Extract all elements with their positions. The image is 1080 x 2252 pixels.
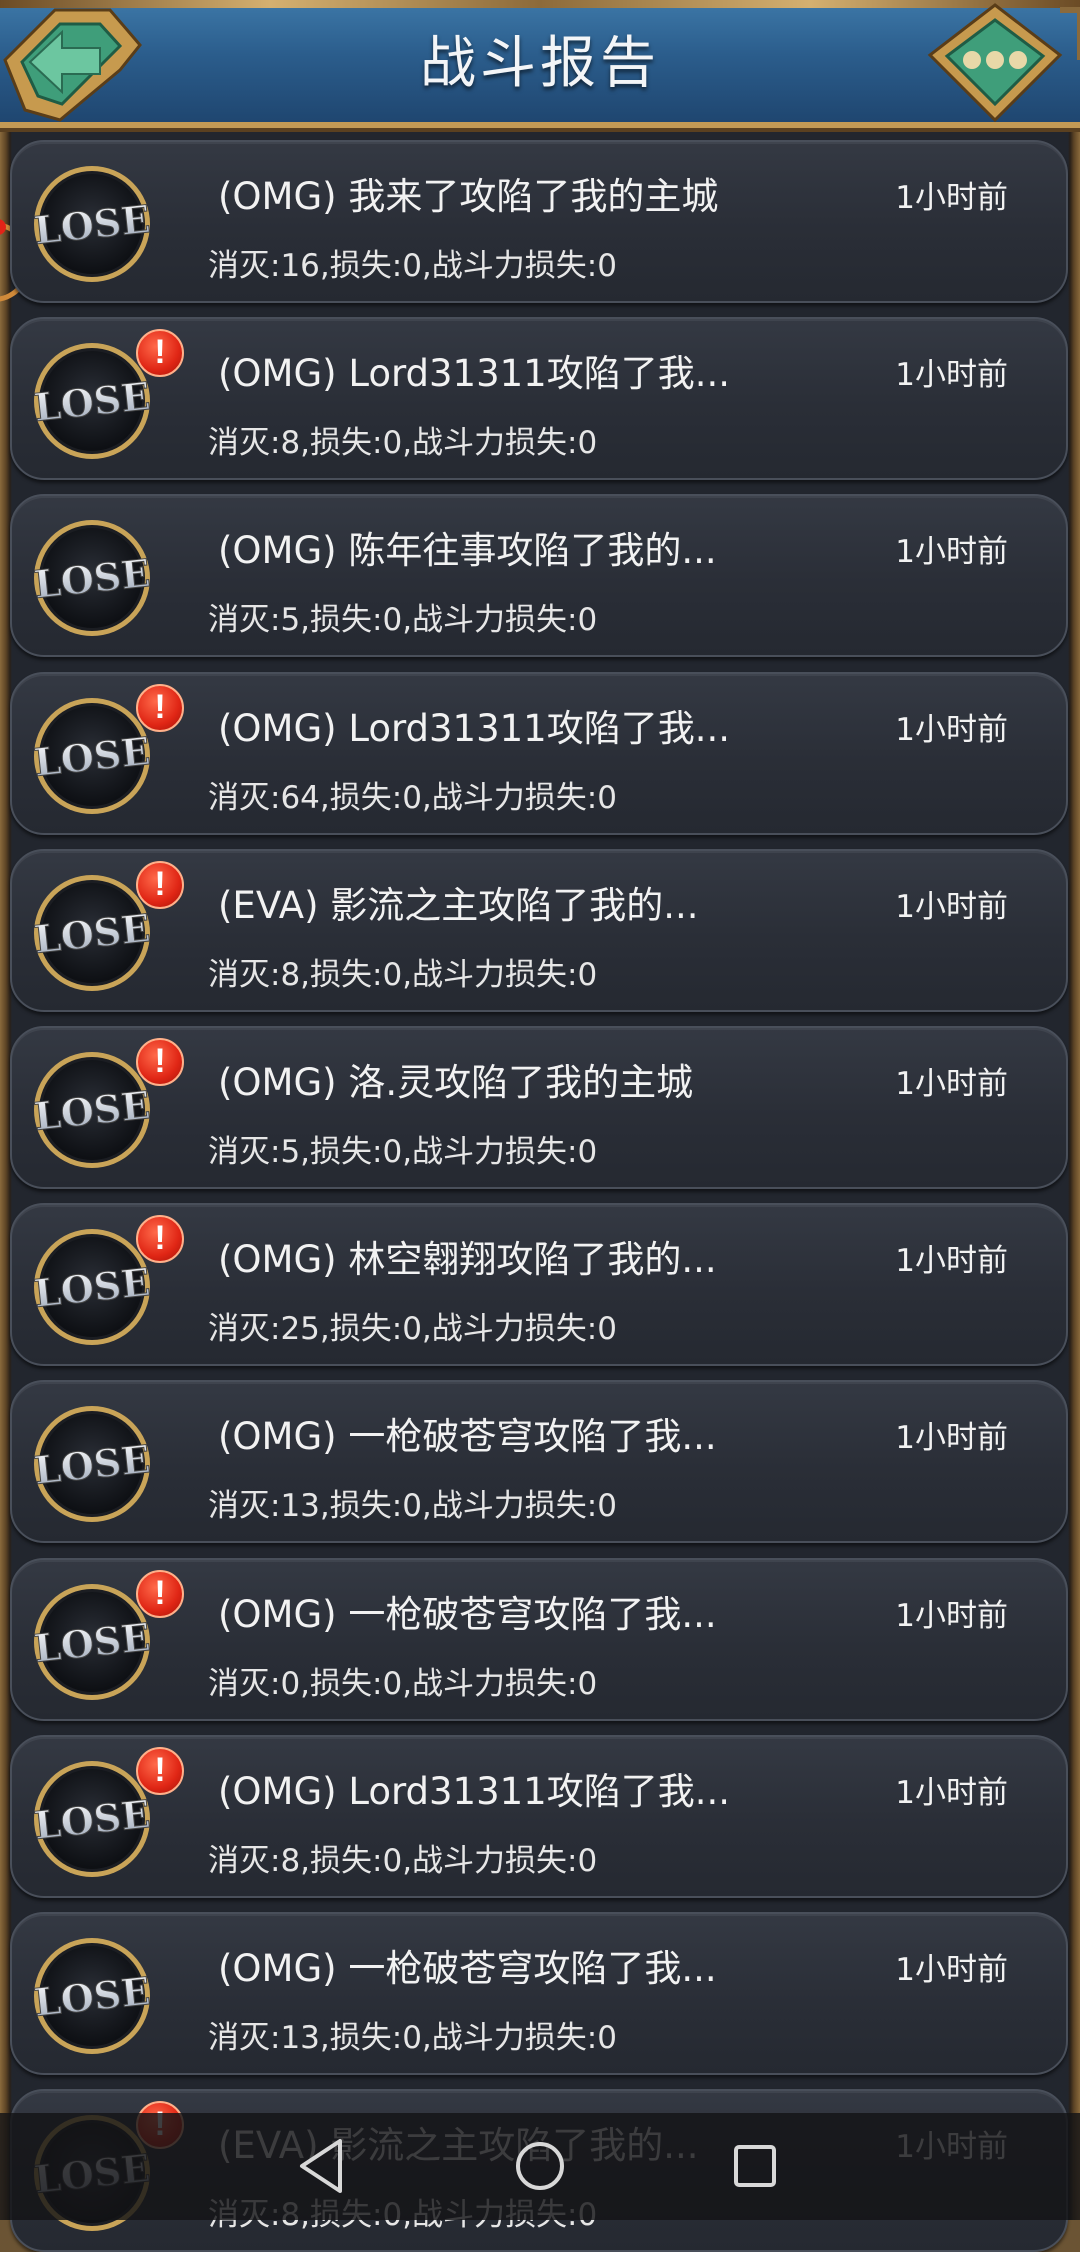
report-card[interactable]: LOSE! (OMG) 洛.灵攻陷了我的主城 1小时前消灭:5,损失:0,战斗力损失… [10, 1026, 1068, 1189]
alert-icon: ! [136, 1038, 184, 1086]
report-title: (EVA) 影流之主攻陷了我的... [218, 883, 699, 927]
report-stats: 消灭:5,损失:0,战斗力损失:0 [208, 1134, 598, 1170]
report-stats: 消灭:8,损失:0,战斗力损失:0 [208, 425, 598, 462]
report-time: 1小时前 [895, 1066, 1008, 1102]
report-time: 1小时前 [895, 711, 1008, 748]
report-title: (OMG) 洛.灵攻陷了我的主城 [218, 1061, 694, 1104]
lose-badge-icon: LOSE [31, 520, 153, 637]
report-card[interactable]: LOSE (OMG) 一枪破苍穹攻陷了我... 1小时前消灭:13,损失:0,战斗力… [10, 1380, 1068, 1544]
system-nav-bar [0, 2113, 1080, 2220]
report-time: 1小时前 [895, 1597, 1008, 1634]
report-card[interactable]: LOSE (OMG) 我来了攻陷了我的主城 1小时前消灭:16,损失:0,战斗力损失… [10, 140, 1068, 303]
report-time: 1小时前 [895, 1243, 1008, 1280]
report-title: (OMG) 陈年往事攻陷了我的... [218, 529, 717, 573]
recents-square-icon[interactable] [720, 2131, 790, 2201]
lose-badge-icon: LOSE [31, 874, 153, 991]
report-card[interactable]: LOSE (OMG) 一枪破苍穹攻陷了我... 1小时前消灭:13,损失:0,战斗力… [10, 1912, 1068, 2075]
report-card[interactable]: LOSE! (OMG) Lord31311攻陷了我... 1小时前消灭:8,损失:0… [10, 317, 1068, 481]
alert-icon: ! [136, 1215, 184, 1264]
report-card[interactable]: LOSE! (EVA) 影流之主攻陷了我的... 1小时前消灭:8,损失:0,战斗力… [10, 848, 1068, 1012]
lose-badge-icon: LOSE [31, 166, 153, 282]
report-stats: 消灭:13,损失:0,战斗力损失:0 [208, 2020, 617, 2056]
lose-badge-icon: LOSE [31, 1052, 153, 1168]
report-title: (OMG) 一枪破苍穹攻陷了我... [218, 1947, 717, 1990]
report-stats: 消灭:0,损失:0,战斗力损失:0 [208, 1665, 598, 1702]
report-time: 1小时前 [895, 1952, 1008, 1988]
report-card[interactable]: LOSE! (OMG) Lord31311攻陷了我... 1小时前消灭:8,损失:0… [10, 1734, 1068, 1898]
report-title: (OMG) 一枪破苍穹攻陷了我... [218, 1592, 717, 1636]
report-card[interactable]: LOSE! (OMG) Lord31311攻陷了我... 1小时前 消灭:64,损失:… [10, 671, 1068, 835]
report-title: (OMG) Lord31311攻陷了我... [218, 352, 730, 396]
alert-icon: ! [136, 1746, 184, 1795]
report-time: 1小时前 [895, 1774, 1008, 1811]
report-time: 1小时前 [895, 180, 1008, 216]
report-stats: 消灭:16,损失:0,战斗力损失:0 [208, 248, 617, 284]
lose-badge-icon: LOSE [31, 1760, 153, 1877]
report-title: (OMG) 一枪破苍穹攻陷了我... [218, 1415, 717, 1459]
report-stats: 消灭:5,损失:0,战斗力损失:0 [208, 602, 598, 639]
report-card[interactable]: LOSE! (OMG) 林空翱翔攻陷了我的... 1小时前消灭:25,损失:0,战斗… [10, 1203, 1068, 1367]
report-card[interactable]: LOSE (OMG) 陈年往事攻陷了我的... 1小时前消灭:5,损失:0,战斗力损… [10, 494, 1068, 658]
lose-badge-icon: LOSE [31, 343, 153, 460]
back-triangle-icon[interactable] [290, 2131, 360, 2201]
back-arrow-icon [3, 8, 142, 122]
report-title: (OMG) Lord31311攻陷了我... [218, 706, 730, 750]
report-time: 1小时前 [895, 888, 1008, 925]
report-card[interactable]: LOSE! (OMG) 一枪破苍穹攻陷了我... 1小时前 消灭:0,损失:0,战斗力… [10, 1557, 1068, 1721]
report-time: 1小时前 [895, 534, 1008, 571]
alert-icon: ! [136, 1569, 184, 1618]
back-button[interactable] [0, 0, 150, 135]
report-stats: 消灭:13,损失:0,战斗力损失:0 [208, 1488, 617, 1525]
menu-button[interactable] [910, 0, 1080, 135]
report-stats: 消灭:25,损失:0,战斗力损失:0 [208, 1311, 617, 1348]
report-title: (OMG) Lord31311攻陷了我... [218, 1769, 730, 1813]
lose-badge-icon: LOSE [31, 1938, 153, 2054]
alert-icon: ! [136, 683, 184, 732]
lose-badge-icon: LOSE [31, 1229, 153, 1346]
report-time: 1小时前 [895, 1420, 1008, 1457]
report-stats: 消灭:64,损失:0,战斗力损失:0 [208, 779, 617, 816]
lose-badge-icon: LOSE [31, 1406, 153, 1523]
more-dots-icon [927, 3, 1080, 123]
home-circle-icon[interactable] [505, 2131, 575, 2201]
report-time: 1小时前 [895, 357, 1008, 394]
report-stats: 消灭:8,损失:0,战斗力损失:0 [208, 956, 598, 993]
alert-icon: ! [136, 329, 184, 378]
report-stats: 消灭:8,损失:0,战斗力损失:0 [208, 1842, 598, 1879]
report-title: (OMG) 林空翱翔攻陷了我的... [218, 1238, 717, 1282]
alert-icon: ! [136, 860, 184, 909]
report-title: (OMG) 我来了攻陷了我的主城 [218, 175, 719, 218]
